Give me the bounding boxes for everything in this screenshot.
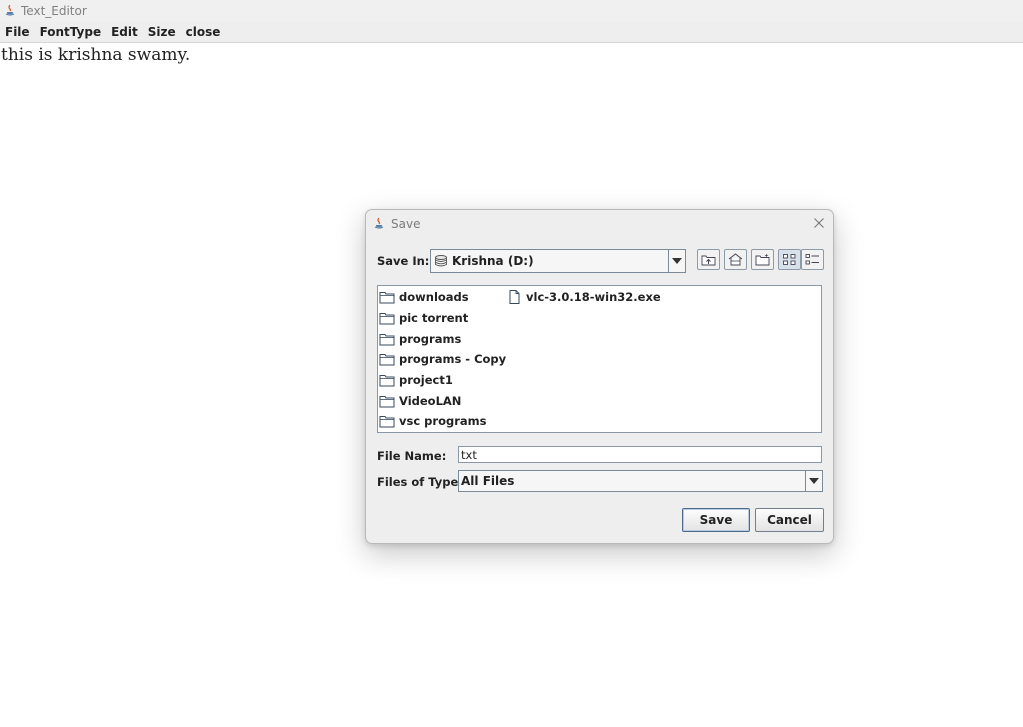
- files-of-type-label: Files of Type:: [377, 475, 463, 489]
- save-in-value: Krishna (D:): [452, 254, 534, 268]
- save-in-combo[interactable]: Krishna (D:): [430, 249, 686, 273]
- file-name: vlc-3.0.18-win32.exe: [526, 290, 661, 304]
- list-item[interactable]: vsc programs: [379, 412, 486, 430]
- home-icon: [728, 253, 743, 266]
- file-name: project1: [399, 373, 453, 387]
- list-item[interactable]: programs: [379, 330, 461, 348]
- file-name: vsc programs: [399, 414, 487, 428]
- up-folder-icon: [701, 253, 716, 266]
- file-name: downloads: [399, 290, 469, 304]
- folder-icon: [379, 332, 395, 346]
- folder-icon: [379, 311, 395, 325]
- java-app-icon: [372, 217, 386, 231]
- dialog-titlebar[interactable]: Save: [366, 210, 833, 238]
- file-icon: [506, 290, 522, 304]
- folder-icon: [379, 394, 395, 408]
- home-button[interactable]: [724, 249, 747, 270]
- list-item[interactable]: project1: [379, 371, 453, 389]
- details-view-button[interactable]: [801, 249, 824, 270]
- menu-fonttype[interactable]: FontType: [35, 25, 107, 39]
- folder-icon: [379, 352, 395, 366]
- folder-icon: [379, 373, 395, 387]
- save-dialog: Save Save In: Krishna (D:) downloads pic…: [365, 209, 834, 544]
- list-item[interactable]: VideoLAN: [379, 392, 461, 410]
- list-view-icon: [782, 253, 797, 266]
- save-button[interactable]: Save: [682, 508, 750, 532]
- file-name-label: File Name:: [377, 449, 447, 463]
- new-folder-button[interactable]: [751, 249, 774, 270]
- menu-close[interactable]: close: [181, 25, 226, 39]
- window-titlebar: Text_Editor: [0, 0, 1023, 21]
- close-icon[interactable]: [811, 215, 827, 231]
- list-item[interactable]: vlc-3.0.18-win32.exe: [506, 288, 661, 306]
- menu-edit[interactable]: Edit: [106, 25, 143, 39]
- save-in-label: Save In:: [377, 254, 430, 268]
- folder-icon: [379, 414, 395, 428]
- cancel-button[interactable]: Cancel: [755, 508, 824, 532]
- window-title: Text_Editor: [21, 3, 87, 18]
- file-name: pic torrent: [399, 311, 469, 325]
- up-folder-button[interactable]: [697, 249, 720, 270]
- details-view-icon: [805, 253, 820, 266]
- new-folder-icon: [755, 253, 770, 266]
- file-name: VideoLAN: [399, 394, 462, 408]
- files-of-type-combo[interactable]: All Files: [458, 470, 823, 492]
- drive-icon: [434, 254, 448, 268]
- menu-size[interactable]: Size: [143, 25, 181, 39]
- dialog-title: Save: [391, 217, 421, 231]
- file-name: programs - Copy: [399, 352, 507, 366]
- file-list[interactable]: downloads pic torrent programs programs …: [377, 285, 822, 433]
- list-item[interactable]: programs - Copy: [379, 350, 506, 368]
- file-name: programs: [399, 332, 462, 346]
- folder-icon: [379, 290, 395, 304]
- menu-bar: File FontType Edit Size close: [0, 21, 1023, 43]
- menu-file[interactable]: File: [0, 25, 35, 39]
- editor-content: this is krishna swamy.: [1, 45, 191, 65]
- chevron-down-icon[interactable]: [668, 250, 685, 272]
- files-of-type-value: All Files: [461, 474, 515, 488]
- java-app-icon: [3, 4, 17, 18]
- list-item[interactable]: pic torrent: [379, 309, 468, 327]
- file-name-field[interactable]: [458, 446, 822, 463]
- list-item[interactable]: downloads: [379, 288, 469, 306]
- chevron-down-icon[interactable]: [805, 471, 822, 491]
- list-view-button[interactable]: [778, 249, 801, 270]
